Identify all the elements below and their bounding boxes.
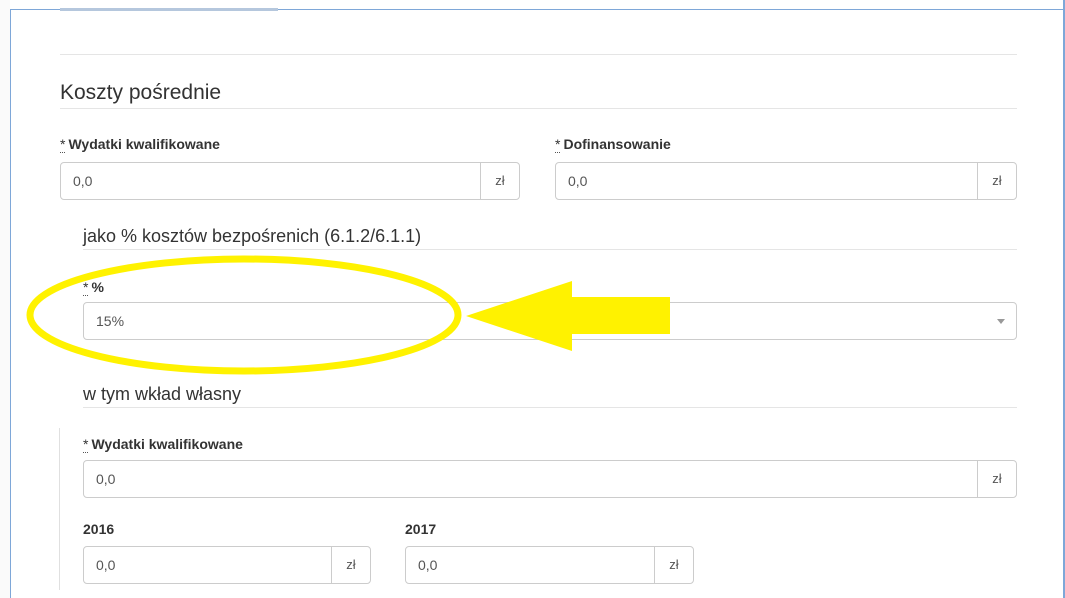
own-eligible-field[interactable]: 0,0 zł (83, 460, 1017, 498)
own-contribution-title: w tym wkład własny (83, 384, 242, 404)
own-contribution-divider (83, 407, 1017, 408)
percent-label: *% (83, 279, 104, 296)
percent-section-title: jako % kosztów bezpośrenich (6.1.2/6.1.1… (83, 226, 422, 246)
own-contribution-indent-line (59, 428, 60, 590)
required-marker: * (83, 436, 89, 453)
eligible-costs-field[interactable]: 0,0 zł (60, 162, 520, 200)
cofinancing-field[interactable]: 0,0 zł (555, 162, 1017, 200)
section-divider (60, 108, 1017, 109)
year-2017-input[interactable]: 0,0 (406, 547, 654, 583)
percent-label-text: % (91, 279, 104, 295)
own-eligible-label-text: Wydatki kwalifikowane (91, 436, 243, 452)
year-2016-label: 2016 (83, 521, 115, 537)
divider-top (60, 54, 1017, 55)
own-eligible-input[interactable]: 0,0 (84, 461, 977, 497)
year-2017-field[interactable]: 0,0 zł (405, 546, 694, 584)
currency-addon: zł (331, 547, 370, 583)
section-title: Koszty pośrednie (60, 81, 222, 104)
eligible-costs-label-text: Wydatki kwalifikowane (68, 136, 220, 152)
year-2017-label: 2017 (405, 521, 437, 537)
eligible-costs-input[interactable]: 0,0 (61, 163, 480, 199)
required-marker: * (555, 136, 561, 153)
tab-indicator (60, 8, 278, 11)
own-eligible-label: * Wydatki kwalifikowane (83, 436, 243, 453)
chevron-down-icon[interactable] (986, 303, 1016, 339)
percent-select-value[interactable]: 15% (84, 303, 986, 339)
cofinancing-label: * Dofinansowanie (555, 136, 671, 153)
window-left-border (0, 0, 11, 598)
currency-addon: zł (480, 163, 519, 199)
eligible-costs-label: * Wydatki kwalifikowane (60, 136, 220, 153)
required-marker: * (60, 136, 66, 153)
currency-addon: zł (977, 461, 1016, 497)
cofinancing-input[interactable]: 0,0 (556, 163, 977, 199)
required-marker: * (83, 279, 89, 296)
currency-addon: zł (654, 547, 693, 583)
year-2016-field[interactable]: 0,0 zł (83, 546, 371, 584)
currency-addon: zł (977, 163, 1016, 199)
cofinancing-label-text: Dofinansowanie (563, 136, 671, 152)
percent-section-divider (83, 249, 1017, 250)
percent-select[interactable]: 15% (83, 302, 1017, 340)
year-2016-input[interactable]: 0,0 (84, 547, 331, 583)
